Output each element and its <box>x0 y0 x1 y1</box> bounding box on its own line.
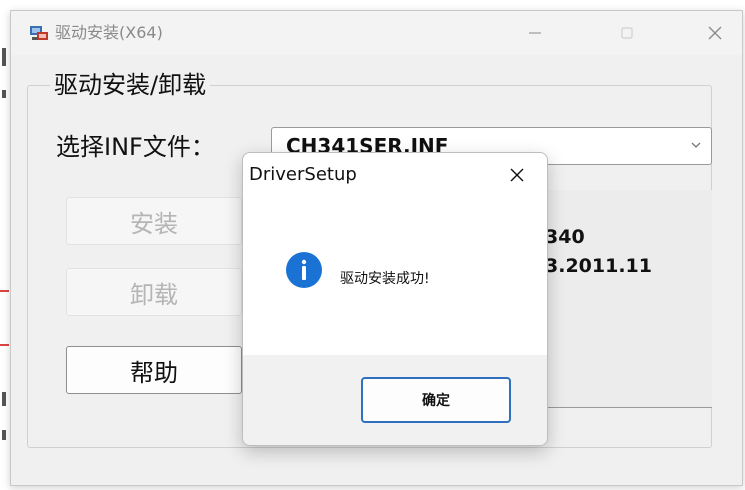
dialog-close-button[interactable] <box>501 161 533 189</box>
usb-driver-icon <box>30 26 48 40</box>
info-icon <box>286 252 322 288</box>
title-bar[interactable]: 驱动安装(X64) <box>11 11 742 55</box>
close-icon <box>510 168 524 182</box>
driver-info-panel <box>530 190 712 408</box>
background-mark <box>2 90 6 98</box>
group-label: 驱动安装/卸载 <box>50 70 211 100</box>
maximize-button[interactable] <box>607 17 647 49</box>
ok-button[interactable]: 确定 <box>361 377 511 423</box>
background-mark <box>2 392 6 406</box>
dialog-message: 驱动安装成功! <box>340 271 430 287</box>
uninstall-button[interactable]: 卸载 <box>66 268 242 316</box>
driver-info-line-1: 340 <box>545 226 585 248</box>
background-mark <box>0 344 9 346</box>
minimize-icon <box>529 32 541 34</box>
background-mark <box>2 430 6 440</box>
window-title: 驱动安装(X64) <box>55 23 163 42</box>
background-mark <box>2 48 6 66</box>
close-icon <box>708 26 722 40</box>
chevron-down-icon <box>691 142 701 148</box>
window-close-button[interactable] <box>695 17 735 49</box>
install-button[interactable]: 安装 <box>66 197 242 245</box>
minimize-button[interactable] <box>515 17 555 49</box>
background-edge <box>0 0 10 490</box>
dialog-title: DriverSetup <box>249 164 357 185</box>
driver-info-line-2: 3.2011.11 <box>545 255 652 277</box>
background-mark <box>0 290 9 292</box>
help-button[interactable]: 帮助 <box>66 346 242 394</box>
maximize-icon <box>621 27 633 39</box>
message-dialog: DriverSetup 驱动安装成功! 确定 <box>242 152 548 446</box>
inf-file-label: 选择INF文件： <box>56 133 215 161</box>
